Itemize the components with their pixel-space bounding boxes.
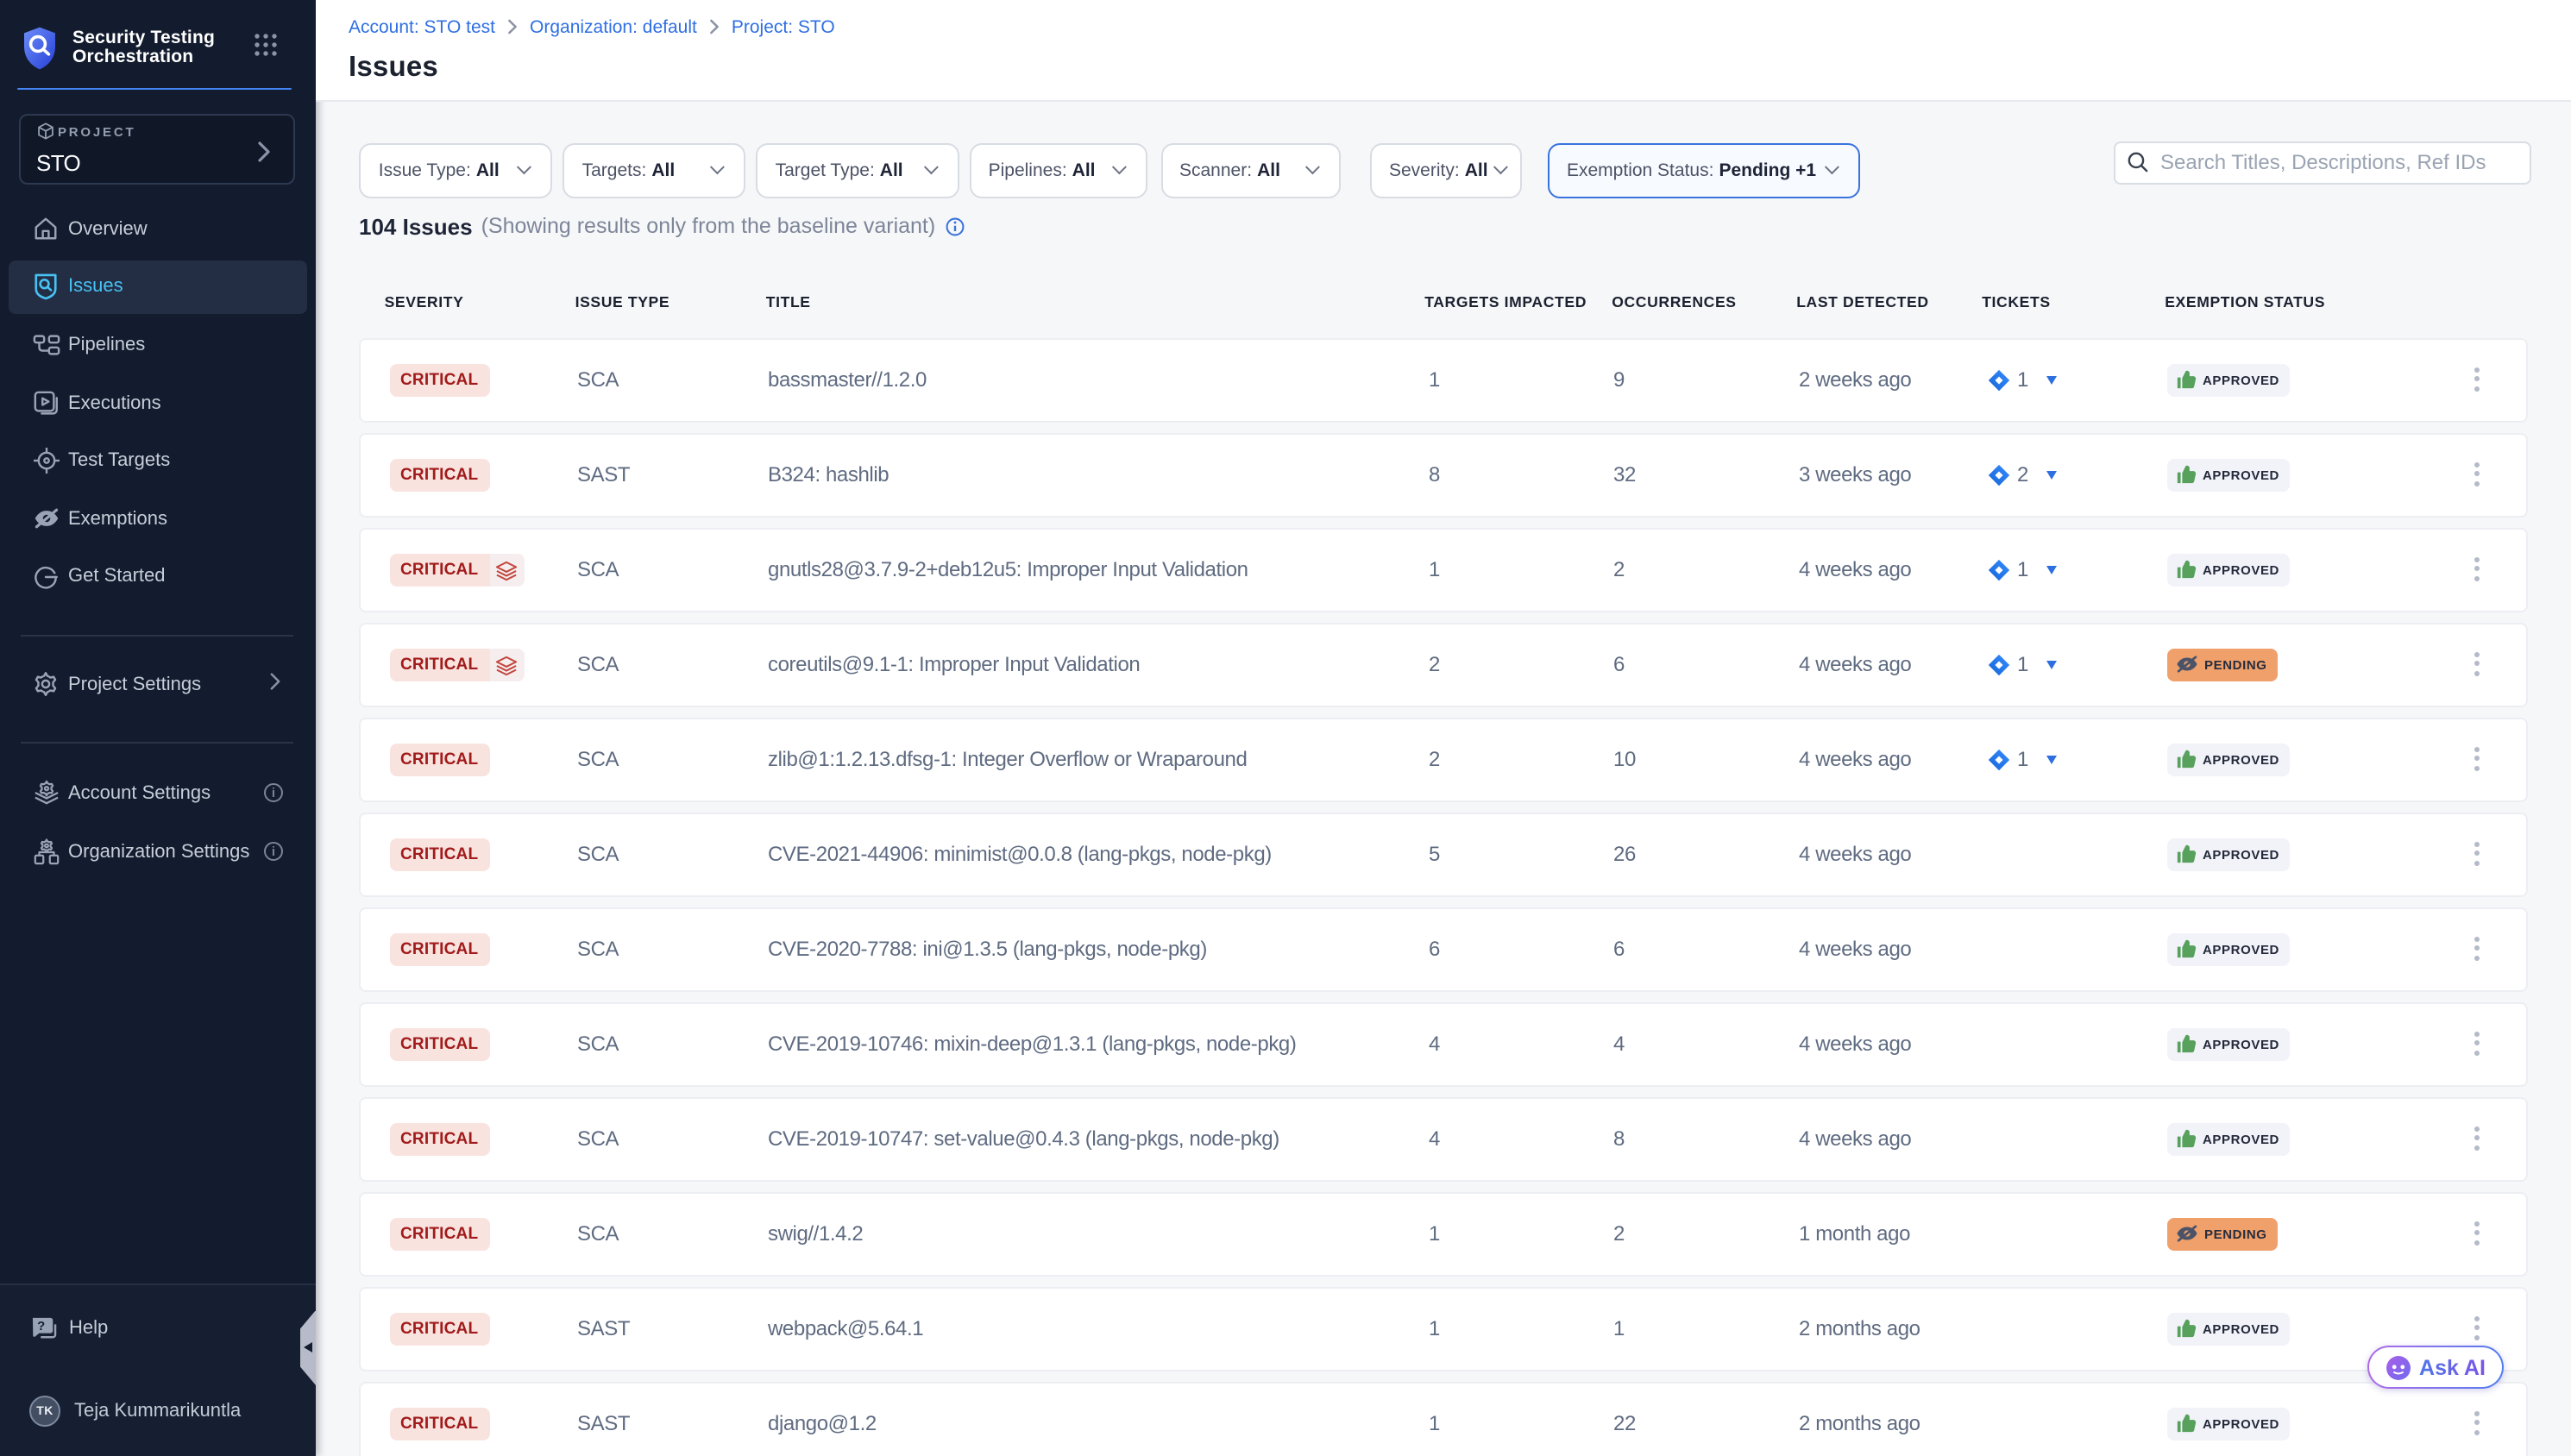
svg-text:?: ? <box>37 1319 45 1334</box>
